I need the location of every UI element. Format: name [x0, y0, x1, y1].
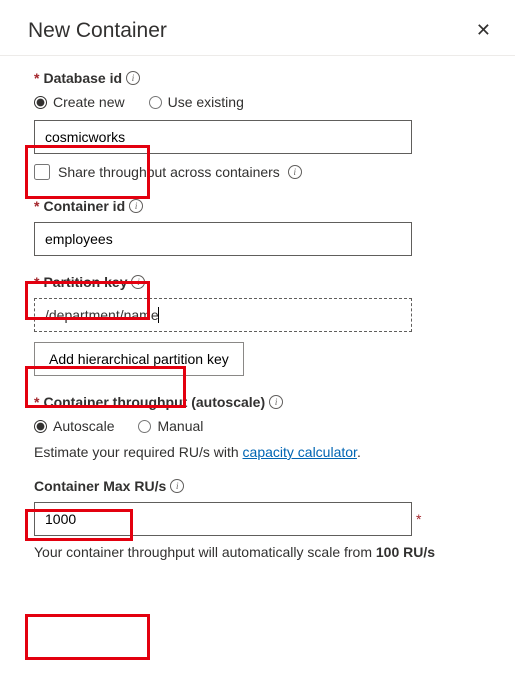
info-icon[interactable]: i — [129, 199, 143, 213]
database-mode-radio-group: Create new Use existing — [34, 94, 487, 110]
highlight-box — [25, 614, 150, 660]
share-throughput-checkbox[interactable] — [34, 164, 50, 180]
hint-post: . — [357, 444, 361, 460]
info-icon[interactable]: i — [269, 395, 283, 409]
required-star: * — [34, 394, 39, 410]
hint-pre: Estimate your required RU/s with — [34, 444, 243, 460]
database-id-label: Database id — [43, 70, 122, 86]
manual-radio-input[interactable] — [138, 420, 151, 433]
scale-footer-note: Your container throughput will automatic… — [34, 544, 487, 560]
footer-bold: 100 RU/s — [376, 544, 435, 560]
capacity-hint: Estimate your required RU/s with capacit… — [34, 444, 487, 460]
required-star: * — [34, 274, 39, 290]
max-ru-label: Container Max RU/s — [34, 478, 166, 494]
container-id-input[interactable] — [34, 222, 412, 256]
create-new-radio[interactable]: Create new — [34, 94, 125, 110]
autoscale-label: Autoscale — [53, 418, 114, 434]
panel-header: New Container ✕ — [0, 16, 515, 56]
max-ru-group: Container Max RU/s i * Your container th… — [28, 478, 487, 560]
text-caret — [158, 307, 159, 323]
use-existing-radio-input[interactable] — [149, 96, 162, 109]
container-id-label: Container id — [43, 198, 125, 214]
info-icon[interactable]: i — [288, 165, 302, 179]
spellcheck-squiggle — [44, 145, 134, 148]
capacity-calculator-link[interactable]: capacity calculator — [243, 444, 357, 460]
database-id-input[interactable] — [34, 120, 412, 154]
use-existing-radio[interactable]: Use existing — [149, 94, 244, 110]
page-title: New Container — [28, 19, 167, 43]
autoscale-radio[interactable]: Autoscale — [34, 418, 114, 434]
footer-pre: Your container throughput will automatic… — [34, 544, 376, 560]
partition-key-label: Partition key — [43, 274, 127, 290]
info-icon[interactable]: i — [131, 275, 145, 289]
create-new-label: Create new — [53, 94, 125, 110]
database-id-group: * Database id i Create new Use existing … — [28, 70, 487, 180]
manual-radio[interactable]: Manual — [138, 418, 203, 434]
max-ru-input[interactable] — [34, 502, 412, 536]
partition-key-value: /department/name — [45, 307, 159, 323]
required-star: * — [34, 70, 39, 86]
new-container-panel: New Container ✕ * Database id i Create n… — [0, 0, 515, 574]
container-id-group: * Container id i — [28, 198, 487, 256]
close-icon[interactable]: ✕ — [472, 16, 495, 45]
partition-key-group: * Partition key i /department/name Add h… — [28, 274, 487, 376]
info-icon[interactable]: i — [126, 71, 140, 85]
use-existing-label: Use existing — [168, 94, 244, 110]
partition-key-input[interactable]: /department/name — [34, 298, 412, 332]
share-throughput-label: Share throughput across containers — [58, 164, 280, 180]
add-hierarchical-key-button[interactable]: Add hierarchical partition key — [34, 342, 244, 376]
throughput-group: * Container throughput (autoscale) i Aut… — [28, 394, 487, 460]
required-star: * — [34, 198, 39, 214]
info-icon[interactable]: i — [170, 479, 184, 493]
autoscale-radio-input[interactable] — [34, 420, 47, 433]
create-new-radio-input[interactable] — [34, 96, 47, 109]
manual-label: Manual — [157, 418, 203, 434]
throughput-mode-radio-group: Autoscale Manual — [34, 418, 487, 434]
throughput-label: Container throughput (autoscale) — [43, 394, 265, 410]
required-star: * — [416, 511, 421, 527]
